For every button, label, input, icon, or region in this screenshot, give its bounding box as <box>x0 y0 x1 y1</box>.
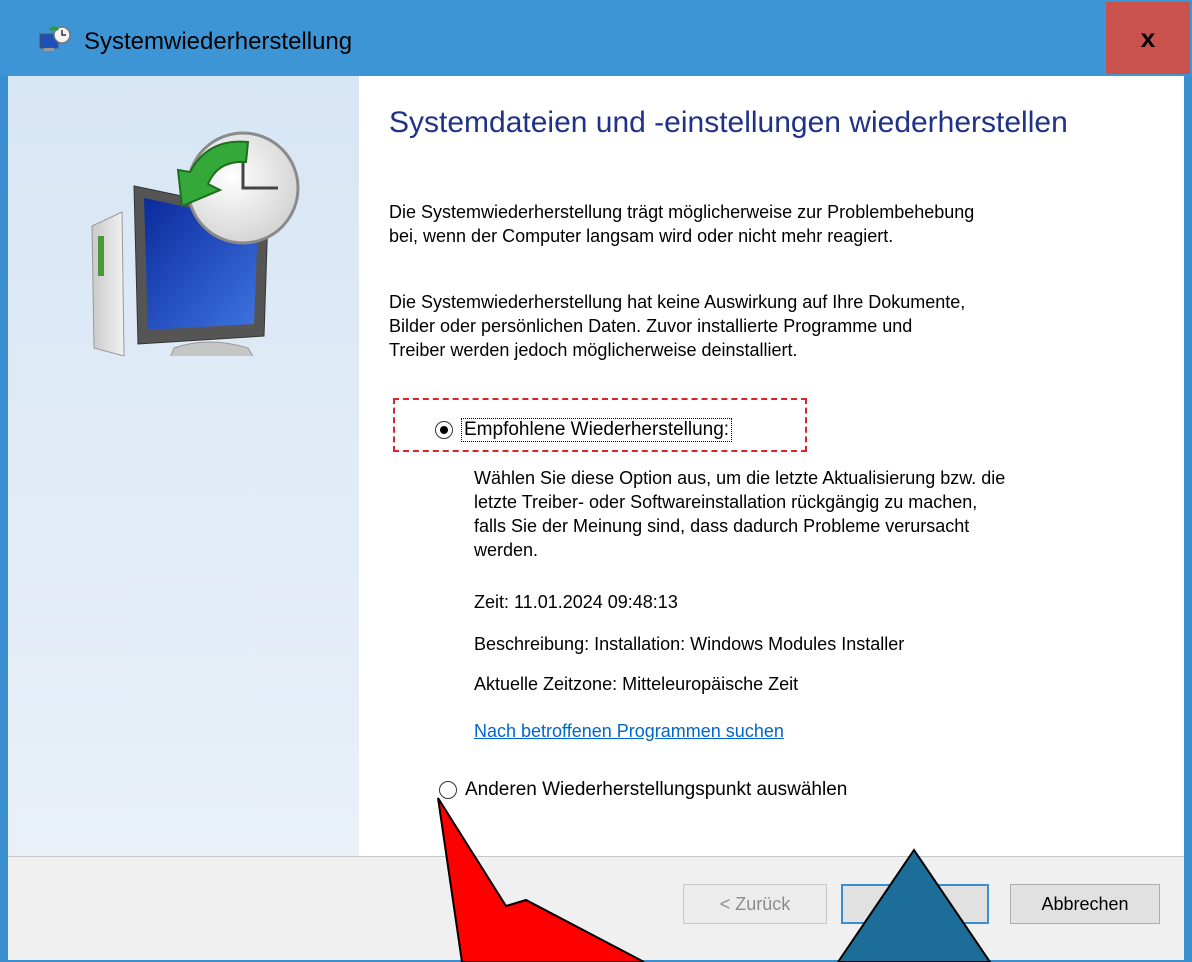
system-restore-icon <box>39 26 71 51</box>
dialog-client-area: Systemdateien und -einstellungen wiederh… <box>8 76 1184 960</box>
title-bar[interactable]: Systemwiederherstellung x <box>0 0 1192 76</box>
cancel-button[interactable]: Abbrechen <box>1010 884 1160 924</box>
annotation-highlight-box <box>393 398 807 452</box>
radio-other-label[interactable]: Anderen Wiederherstellungspunkt auswähle… <box>465 779 847 801</box>
window-title: Systemwiederherstellung <box>84 28 353 55</box>
next-button[interactable]: Weiter > <box>841 884 989 924</box>
side-panel <box>8 76 359 856</box>
recommended-description: Wählen Sie diese Option aus, um die letz… <box>474 468 1006 560</box>
dialog-window: Systemwiederherstellung x Systemdateien … <box>0 0 1192 962</box>
page-title: Systemdateien und -einstellungen wiederh… <box>389 106 1068 139</box>
close-button[interactable]: x <box>1106 2 1190 74</box>
restore-description: Beschreibung: Installation: Windows Modu… <box>474 634 905 654</box>
radio-button-unchecked[interactable] <box>439 781 457 799</box>
scan-affected-programs-link[interactable]: Nach betroffenen Programmen suchen <box>474 721 784 742</box>
system-restore-illustration-icon <box>91 131 300 356</box>
main-content: Systemdateien und -einstellungen wiederh… <box>359 76 1184 856</box>
radio-other-restore-point[interactable]: Anderen Wiederherstellungspunkt auswähle… <box>439 779 847 801</box>
back-button[interactable]: < Zurück <box>683 884 827 924</box>
footer-separator <box>8 856 1184 857</box>
info-paragraph: Die Systemwiederherstellung hat keine Au… <box>389 292 966 360</box>
restore-timezone: Aktuelle Zeitzone: Mitteleuropäische Zei… <box>474 674 799 694</box>
restore-time: Zeit: 11.01.2024 09:48:13 <box>474 592 678 612</box>
intro-paragraph: Die Systemwiederherstellung trägt möglic… <box>389 202 975 246</box>
